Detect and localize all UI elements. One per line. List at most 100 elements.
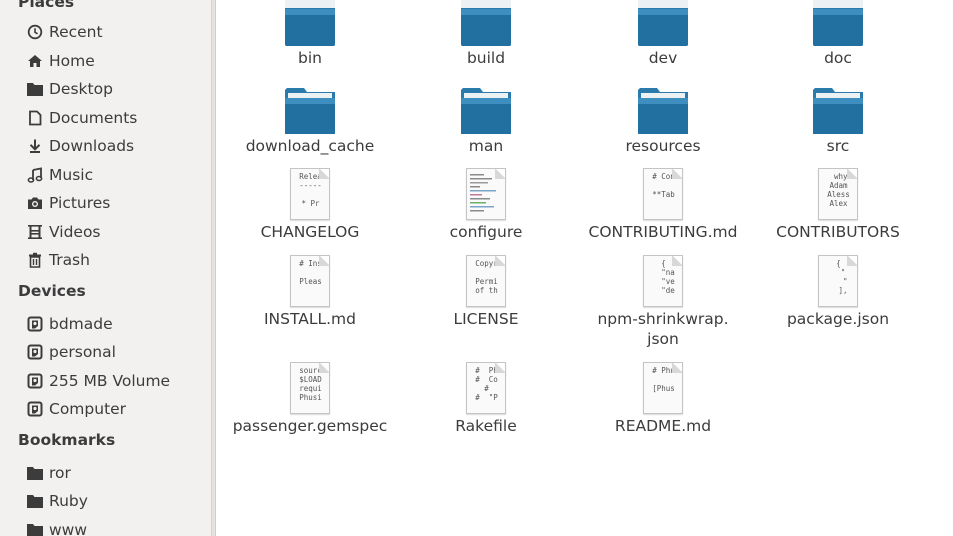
sidebar-item-www[interactable]: www <box>25 517 205 536</box>
sidebar-item-documents[interactable]: Documents <box>25 105 205 131</box>
folder-doc[interactable]: doc <box>750 0 926 68</box>
file-rakefile[interactable]: # Ph # Co # # "P Rakefile <box>398 362 574 436</box>
folder-resources[interactable]: resources <box>575 88 751 156</box>
drive-icon <box>25 343 45 361</box>
sidebar-item-label: Pictures <box>49 194 111 212</box>
sidebar-item-downloads[interactable]: Downloads <box>25 133 205 159</box>
sidebar-item-label: bdmade <box>49 315 113 333</box>
file-name: package.json <box>786 310 890 328</box>
file-preview: Relea ----- * Pr <box>299 172 322 208</box>
file-license[interactable]: Copyr Permi of th LICENSE <box>398 255 574 329</box>
sidebar-item-label: 255 MB Volume <box>49 372 171 390</box>
text-file-icon: why Adam Aless Alex <box>818 168 858 220</box>
sidebar-item-label: Recent <box>49 23 103 41</box>
file-package-json[interactable]: { " " ], package.json <box>750 255 926 329</box>
script-file-icon <box>466 168 506 220</box>
file-readme-md[interactable]: # Phu [Phus README.md <box>575 362 751 436</box>
file-preview: why Adam Aless Alex <box>827 172 850 208</box>
section-bookmarks-title: Bookmarks <box>18 431 116 449</box>
sidebar-item-trash[interactable]: Trash <box>25 247 205 273</box>
sidebar-item-home[interactable]: Home <box>25 48 205 74</box>
folder-icon <box>638 0 688 46</box>
file-name: Rakefile <box>455 417 517 435</box>
sidebar-item-label: Computer <box>49 400 127 418</box>
folder-bin[interactable]: bin <box>222 0 398 68</box>
file-npm-shrinkwrap-json[interactable]: { "na "ve "de npm-shrinkwrap. json <box>575 255 751 349</box>
sidebar-item-computer[interactable]: Computer <box>25 396 205 422</box>
file-preview: # Phu [Phus <box>652 366 675 393</box>
folder-src[interactable]: src <box>750 88 926 156</box>
folder-icon <box>813 88 863 134</box>
file-contributing-md[interactable]: # Con **Tab CONTRIBUTING.md <box>575 168 751 242</box>
file-name: npm-shrinkwrap. json <box>597 310 729 348</box>
folder-icon <box>638 88 688 134</box>
file-preview: # Con **Tab <box>652 172 675 199</box>
file-preview: { " " ], <box>836 259 848 295</box>
folder-man[interactable]: man <box>398 88 574 156</box>
file-passenger-gemspec[interactable]: sourc $LOAD requi Phusi passenger.gemspe… <box>222 362 398 436</box>
sidebar-item-personal[interactable]: personal <box>25 339 205 365</box>
sidebar-item-recent[interactable]: Recent <box>25 19 205 45</box>
sidebar-item-label: Home <box>49 52 95 70</box>
drive-icon <box>25 400 45 418</box>
sidebar-item-label: Documents <box>49 109 138 127</box>
text-file-icon: { "na "ve "de <box>643 255 683 307</box>
sidebar-item-255mb-volume[interactable]: 255 MB Volume <box>25 368 205 394</box>
sidebar-item-label: ror <box>49 464 71 482</box>
file-name: LICENSE <box>453 310 519 328</box>
trash-icon <box>25 251 45 269</box>
file-manager-window: Places Recent Home Desktop Documents Dow… <box>0 0 953 536</box>
text-file-icon: Relea ----- * Pr <box>290 168 330 220</box>
file-name: README.md <box>614 417 712 435</box>
sidebar-item-label: Trash <box>49 251 90 269</box>
file-name: configure <box>449 223 523 241</box>
file-name: man <box>468 137 504 155</box>
file-name: download_cache <box>245 137 375 155</box>
folder-icon <box>813 0 863 46</box>
sidebar-item-label: Videos <box>49 223 101 241</box>
sidebar-item-label: Ruby <box>49 492 88 510</box>
file-configure[interactable]: configure <box>398 168 574 242</box>
file-contributors[interactable]: why Adam Aless Alex CONTRIBUTORS <box>750 168 926 242</box>
sidebar-item-music[interactable]: Music <box>25 162 205 188</box>
music-icon <box>25 166 45 184</box>
file-grid: bin build dev doc download_cache man res… <box>216 0 953 536</box>
drive-icon <box>25 372 45 390</box>
file-preview: # Ins Pleas <box>299 259 322 286</box>
folder-icon <box>285 88 335 134</box>
file-install-md[interactable]: # Ins Pleas INSTALL.md <box>222 255 398 329</box>
home-icon <box>25 52 45 70</box>
sidebar-item-ror[interactable]: ror <box>25 460 205 486</box>
sidebar-item-label: personal <box>49 343 116 361</box>
file-preview: Copyr Permi of th <box>475 259 498 295</box>
sidebar-item-label: Music <box>49 166 94 184</box>
section-places-title: Places <box>18 0 75 11</box>
sidebar-item-label: Downloads <box>49 137 135 155</box>
clock-icon <box>25 23 45 41</box>
sidebar-item-pictures[interactable]: Pictures <box>25 190 205 216</box>
file-preview: # Ph # Co # # "P <box>475 366 498 402</box>
file-name: CONTRIBUTORS <box>776 223 900 241</box>
file-preview: { "na "ve "de <box>661 259 675 295</box>
camera-icon <box>25 194 45 212</box>
text-file-icon: Copyr Permi of th <box>466 255 506 307</box>
file-changelog[interactable]: Relea ----- * Pr CHANGELOG <box>222 168 398 242</box>
folder-icon <box>25 80 45 98</box>
text-file-icon: { " " ], <box>818 255 858 307</box>
sidebar-item-bdmade[interactable]: bdmade <box>25 311 205 337</box>
film-icon <box>25 223 45 241</box>
sidebar-item-videos[interactable]: Videos <box>25 219 205 245</box>
file-name: bin <box>298 49 322 67</box>
text-file-icon: # Phu [Phus <box>643 362 683 414</box>
text-file-icon: sourc $LOAD requi Phusi <box>290 362 330 414</box>
file-name: CONTRIBUTING.md <box>588 223 738 241</box>
folder-download-cache[interactable]: download_cache <box>222 88 398 156</box>
sidebar-item-desktop[interactable]: Desktop <box>25 76 205 102</box>
folder-dev[interactable]: dev <box>575 0 751 68</box>
folder-build[interactable]: build <box>398 0 574 68</box>
file-name: doc <box>824 49 852 67</box>
text-file-icon: # Ph # Co # # "P <box>466 362 506 414</box>
sidebar-item-ruby[interactable]: Ruby <box>25 488 205 514</box>
drive-icon <box>25 315 45 333</box>
file-name: dev <box>648 49 678 67</box>
